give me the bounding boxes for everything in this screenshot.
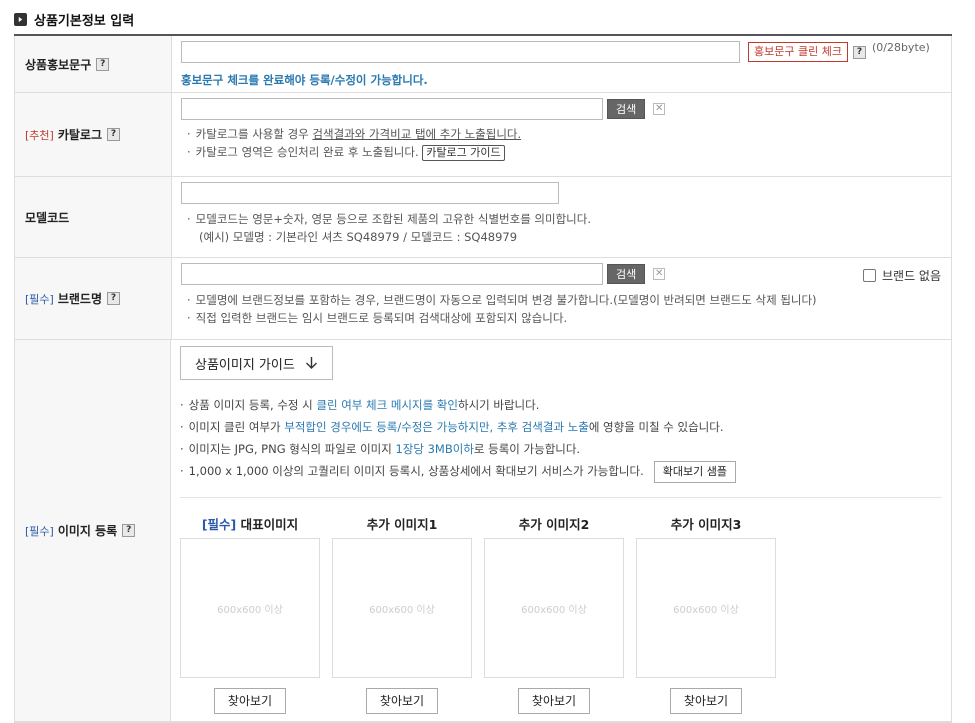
image-row: [필수] 이미지 등록 ? 상품이미지 가이드 상품 이미지 등록, 수정 시 … [14, 340, 952, 722]
catalog-guide-button[interactable]: 카탈로그 가이드 [422, 145, 505, 161]
no-brand-checkbox[interactable] [862, 269, 876, 282]
slot-title: 추가 이미지3 [670, 517, 742, 532]
section-title: 상품기본정보 입력 [34, 13, 135, 29]
model-code-input[interactable] [181, 182, 559, 204]
image-label: 이미지 등록 [57, 524, 118, 538]
catalog-exposure-link[interactable]: 검색결과와 가격비교 탭에 추가 노출됩니다. [312, 127, 521, 141]
brand-row: [필수] 브랜드명 ? 검색 ✕ 브랜드 없음 모델명에 브랜드정보를 포함하는 … [14, 258, 952, 340]
browse-button[interactable]: 찾아보기 [365, 688, 439, 714]
download-arrow-icon [305, 357, 317, 369]
slot-title: [필수] 대표이미지 [201, 517, 299, 532]
brand-label: 브랜드명 [57, 292, 102, 306]
brand-label-cell: [필수] 브랜드명 ? [15, 258, 172, 339]
help-icon[interactable]: ? [122, 524, 136, 537]
image-note-4: 1,000 x 1,000 이상의 고퀄리티 이미지 등록시, 상품상세에서 확… [180, 460, 942, 483]
promo-label-cell: 상품홍보문구 ? [15, 36, 172, 92]
promo-note: 홍보문구 체크를 완료해야 등록/수정이 가능합니다. [181, 73, 428, 87]
required-tag: [필수] [25, 292, 54, 306]
slot-title: 추가 이미지1 [366, 517, 438, 532]
brand-content: 검색 ✕ 브랜드 없음 모델명에 브랜드정보를 포함하는 경우, 브랜드명이 자동… [172, 258, 951, 339]
divider [180, 497, 942, 498]
brand-search-button[interactable]: 검색 [607, 264, 646, 284]
no-brand-label: 브랜드 없음 [881, 269, 941, 283]
image-slots: [필수] 대표이미지 600x600 이상 찾아보기 추가 이미지1 600x6… [180, 514, 942, 714]
catalog-note-2: 카탈로그 영역은 승인처리 완료 후 노출됩니다. 카탈로그 가이드 [187, 143, 942, 161]
clear-icon[interactable]: ✕ [653, 103, 666, 115]
promo-clean-check-button[interactable]: 홍보문구 클린 체크 [748, 42, 848, 62]
image-content: 상품이미지 가이드 상품 이미지 등록, 수정 시 클린 여부 체크 메시지를 … [171, 340, 951, 721]
model-content: 모델코드는 영문+숫자, 영문 등으로 조합된 제품의 고유한 식별번호를 의미… [172, 177, 951, 257]
required-tag: [필수] [25, 524, 54, 538]
zoom-sample-button[interactable]: 확대보기 샘플 [653, 461, 736, 483]
model-note-1: 모델코드는 영문+숫자, 영문 등으로 조합된 제품의 고유한 식별번호를 의미… [187, 210, 942, 228]
image-slot-extra-1: 추가 이미지1 600x600 이상 찾아보기 [332, 514, 472, 714]
slot-title: 추가 이미지2 [518, 517, 590, 532]
image-drop-area[interactable]: 600x600 이상 [484, 538, 624, 678]
help-icon[interactable]: ? [96, 57, 110, 71]
catalog-label-cell: [추천] 카탈로그 ? [15, 93, 172, 176]
no-brand-toggle[interactable]: 브랜드 없음 [862, 267, 941, 284]
image-label-cell: [필수] 이미지 등록 ? [15, 340, 171, 721]
catalog-search-button[interactable]: 검색 [607, 99, 646, 119]
browse-button[interactable]: 찾아보기 [669, 688, 743, 714]
model-row: 모델코드 모델코드는 영문+숫자, 영문 등으로 조합된 제품의 고유한 식별번… [14, 177, 952, 258]
browse-button[interactable]: 찾아보기 [517, 688, 591, 714]
brand-note-2: 직접 입력한 브랜드는 임시 브랜드로 등록되며 검색대상에 포함되지 않습니다… [187, 309, 942, 327]
catalog-input[interactable] [181, 98, 603, 120]
image-note-2: 이미지 클린 여부가 부적합인 경우에도 등록/수정은 가능하지만, 추후 검색… [180, 416, 942, 438]
model-label: 모델코드 [25, 210, 70, 225]
catalog-content: 검색 ✕ 카탈로그를 사용할 경우 검색결과와 가격비교 탭에 추가 노출됩니다.… [172, 93, 951, 176]
help-icon[interactable]: ? [852, 45, 866, 59]
catalog-note-1: 카탈로그를 사용할 경우 검색결과와 가격비교 탭에 추가 노출됩니다. [187, 125, 942, 143]
image-note-3: 이미지는 JPG, PNG 형식의 파일로 이미지 1장당 3MB이하로 등록이… [180, 438, 942, 460]
recommended-tag: [추천] [25, 128, 54, 142]
image-drop-area[interactable]: 600x600 이상 [180, 538, 320, 678]
model-label-cell: 모델코드 [15, 177, 172, 257]
image-slot-extra-3: 추가 이미지3 600x600 이상 찾아보기 [636, 514, 776, 714]
image-drop-area[interactable]: 600x600 이상 [636, 538, 776, 678]
promo-label: 상품홍보문구 [25, 57, 92, 72]
catalog-row: [추천] 카탈로그 ? 검색 ✕ 카탈로그를 사용할 경우 검색결과와 가격비교 … [14, 93, 952, 177]
promo-row: 상품홍보문구 ? 홍보문구 클린 체크? (0/28byte) 홍보문구 체크를 … [14, 36, 952, 93]
brand-note-1: 모델명에 브랜드정보를 포함하는 경우, 브랜드명이 자동으로 입력되며 변경 … [187, 291, 942, 309]
browse-button[interactable]: 찾아보기 [213, 688, 287, 714]
image-slot-main: [필수] 대표이미지 600x600 이상 찾아보기 [180, 514, 320, 714]
image-slot-extra-2: 추가 이미지2 600x600 이상 찾아보기 [484, 514, 624, 714]
image-drop-area[interactable]: 600x600 이상 [332, 538, 472, 678]
product-basic-info-form: 상품홍보문구 ? 홍보문구 클린 체크? (0/28byte) 홍보문구 체크를 … [14, 34, 952, 723]
promo-input[interactable] [181, 41, 740, 63]
help-icon[interactable]: ? [107, 292, 120, 305]
help-icon[interactable]: ? [107, 128, 120, 141]
image-guide-button[interactable]: 상품이미지 가이드 [180, 346, 333, 380]
model-note-2: (예시) 모델명 : 기본라인 셔츠 SQ48979 / 모델코드 : SQ48… [199, 230, 518, 244]
section-header: 상품기본정보 입력 [14, 9, 134, 29]
promo-content: 홍보문구 클린 체크? (0/28byte) 홍보문구 체크를 완료해야 등록/수… [172, 36, 951, 92]
clear-icon[interactable]: ✕ [653, 268, 666, 280]
promo-byte-count: (0/28byte) [871, 41, 930, 54]
brand-input[interactable] [181, 263, 603, 285]
image-note-1: 상품 이미지 등록, 수정 시 클린 여부 체크 메시지를 확인하시기 바랍니다… [180, 394, 942, 416]
chevron-right-icon [14, 12, 27, 26]
catalog-label: 카탈로그 [57, 128, 102, 142]
